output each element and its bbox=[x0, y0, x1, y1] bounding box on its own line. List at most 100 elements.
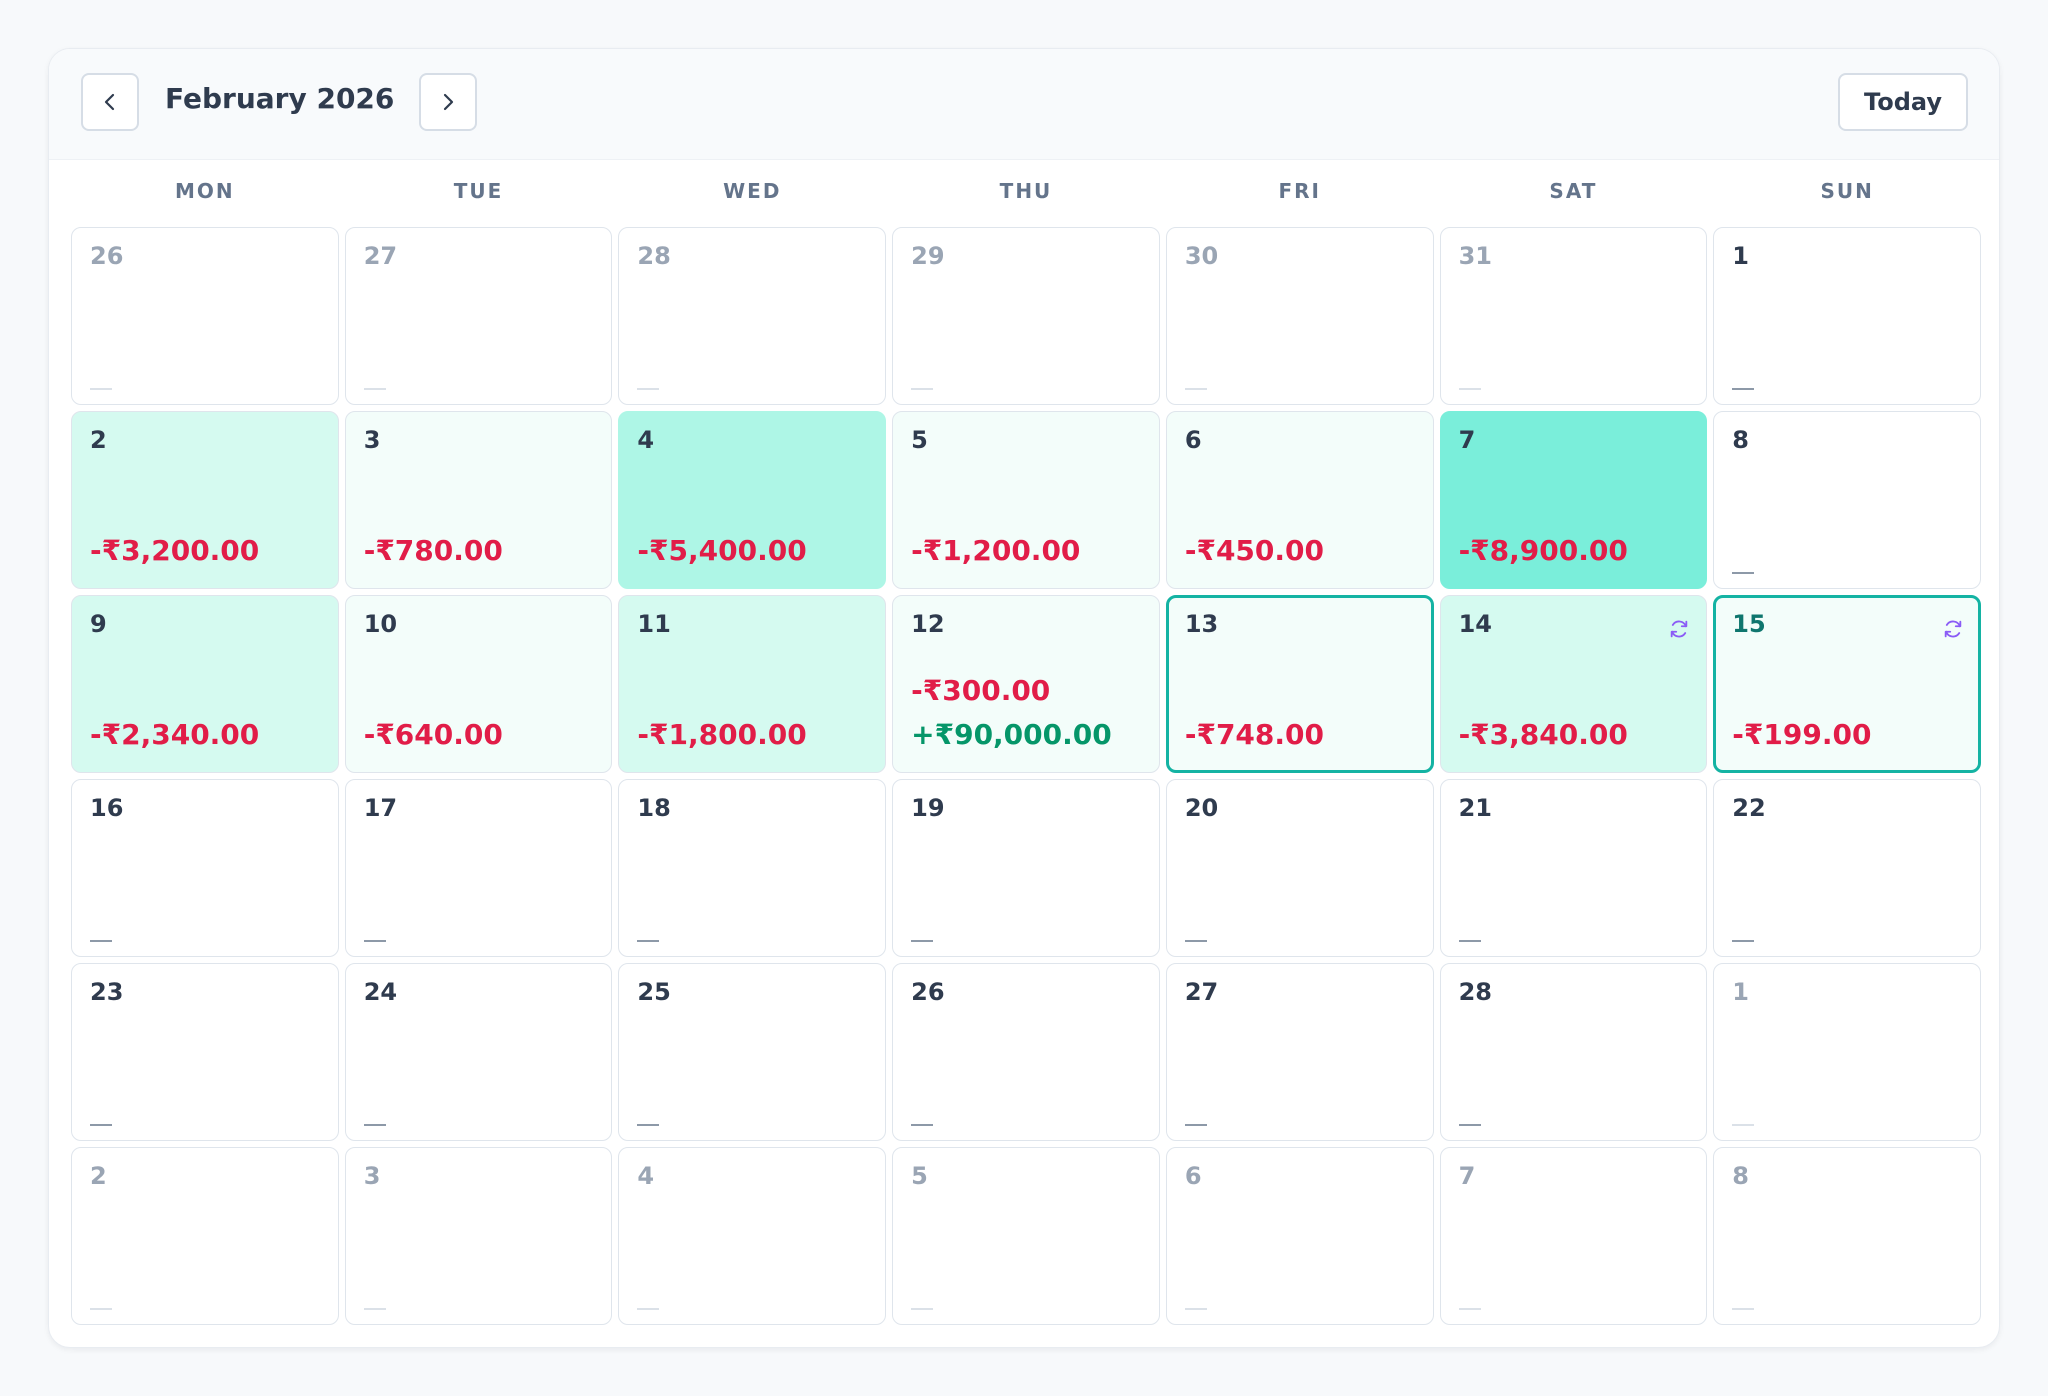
day-cell[interactable]: 19 bbox=[892, 779, 1160, 957]
day-cell[interactable]: 15 -₹199.00 bbox=[1713, 595, 1981, 773]
day-cell[interactable]: 26 bbox=[71, 227, 339, 405]
day-cell[interactable]: 28 bbox=[618, 227, 887, 405]
day-cell[interactable]: 2 -₹3,200.00 bbox=[71, 411, 339, 589]
empty-dash bbox=[637, 1308, 660, 1310]
day-cell[interactable]: 14 -₹3,840.00 bbox=[1439, 595, 1708, 773]
expense-amount: -₹780.00 bbox=[363, 534, 503, 567]
day-number: 22 bbox=[1732, 794, 1766, 822]
day-cell[interactable]: 8 bbox=[1713, 1147, 1981, 1325]
day-cell[interactable]: 3 bbox=[344, 1147, 613, 1325]
next-month-button[interactable] bbox=[419, 73, 477, 131]
day-cell[interactable]: 29 bbox=[892, 227, 1160, 405]
day-number: 7 bbox=[1458, 1162, 1476, 1190]
day-number: 31 bbox=[1458, 242, 1492, 270]
day-cell[interactable]: 20 bbox=[1165, 779, 1434, 957]
day-cell[interactable]: 18 bbox=[618, 779, 887, 957]
empty-dash bbox=[1184, 1308, 1207, 1310]
day-number: 3 bbox=[363, 426, 381, 454]
expense-amount: -₹300.00 bbox=[911, 674, 1051, 707]
weekday-label: TUE bbox=[453, 179, 504, 203]
day-number: 3 bbox=[363, 1162, 381, 1190]
today-button[interactable]: Today bbox=[1838, 73, 1968, 131]
day-cell[interactable]: 7 bbox=[1439, 1147, 1708, 1325]
empty-dash bbox=[911, 940, 934, 942]
expense-amount: -₹748.00 bbox=[1184, 718, 1324, 751]
empty-dash bbox=[1732, 940, 1755, 942]
day-cell[interactable]: 16 bbox=[71, 779, 339, 957]
day-number: 26 bbox=[90, 242, 124, 270]
prev-month-button[interactable] bbox=[81, 73, 139, 131]
day-cell[interactable]: 25 bbox=[618, 963, 887, 1141]
day-amounts: -₹2,340.00 bbox=[90, 718, 259, 752]
empty-dash bbox=[90, 1124, 112, 1126]
calendar-grid: 26 27 28 29 30 31 1 2 -₹3,200.00 3 -₹780.00 4 -₹5,40… bbox=[71, 227, 1981, 1325]
day-cell[interactable]: 12 -₹300.00 +₹90,000.00 bbox=[892, 595, 1160, 773]
day-cell[interactable]: 17 bbox=[344, 779, 613, 957]
day-cell[interactable]: 3 -₹780.00 bbox=[344, 411, 613, 589]
weekday-label: WED bbox=[723, 179, 782, 203]
day-cell[interactable]: 2 bbox=[71, 1147, 339, 1325]
day-cell[interactable]: 4 -₹5,400.00 bbox=[618, 411, 887, 589]
expense-amount: -₹640.00 bbox=[363, 718, 503, 751]
day-cell[interactable]: 28 bbox=[1439, 963, 1708, 1141]
day-cell[interactable]: 5 bbox=[892, 1147, 1160, 1325]
day-cell[interactable]: 8 bbox=[1713, 411, 1981, 589]
day-amounts: -₹3,200.00 bbox=[90, 534, 259, 568]
day-cell[interactable]: 6 -₹450.00 bbox=[1165, 411, 1434, 589]
empty-dash bbox=[1458, 940, 1481, 942]
day-cell[interactable]: 23 bbox=[71, 963, 339, 1141]
day-number: 19 bbox=[911, 794, 945, 822]
day-amounts: -₹199.00 bbox=[1732, 718, 1871, 752]
weekday-label: SUN bbox=[1820, 179, 1874, 203]
chevron-right-icon bbox=[443, 93, 454, 111]
day-number: 28 bbox=[637, 242, 671, 270]
day-amounts: -₹3,840.00 bbox=[1459, 718, 1628, 752]
weekday-label: FRI bbox=[1278, 179, 1321, 203]
day-cell[interactable]: 27 bbox=[1165, 963, 1434, 1141]
day-amounts: -₹450.00 bbox=[1185, 534, 1324, 568]
day-cell[interactable]: 22 bbox=[1713, 779, 1981, 957]
empty-dash bbox=[1458, 388, 1481, 390]
day-cell[interactable]: 5 -₹1,200.00 bbox=[892, 411, 1160, 589]
day-cell[interactable]: 6 bbox=[1165, 1147, 1434, 1325]
day-cell[interactable]: 27 bbox=[344, 227, 613, 405]
day-cell[interactable]: 1 bbox=[1713, 963, 1981, 1141]
day-amounts: -₹640.00 bbox=[364, 718, 503, 752]
empty-dash bbox=[1732, 388, 1755, 390]
empty-dash bbox=[1184, 388, 1207, 390]
empty-dash bbox=[911, 388, 934, 390]
day-number: 13 bbox=[1184, 610, 1219, 638]
empty-dash bbox=[90, 388, 112, 390]
day-cell[interactable]: 21 bbox=[1439, 779, 1708, 957]
day-cell[interactable]: 4 bbox=[618, 1147, 887, 1325]
expense-amount: -₹199.00 bbox=[1732, 718, 1872, 751]
empty-dash bbox=[637, 940, 660, 942]
day-amounts: -₹1,800.00 bbox=[637, 718, 806, 752]
expense-amount: -₹2,340.00 bbox=[90, 718, 260, 751]
day-cell[interactable]: 13 -₹748.00 bbox=[1165, 595, 1434, 773]
day-number: 6 bbox=[1184, 426, 1202, 454]
day-cell[interactable]: 10 -₹640.00 bbox=[344, 595, 613, 773]
income-amount: +₹90,000.00 bbox=[911, 718, 1112, 751]
day-number: 5 bbox=[911, 426, 928, 454]
day-cell[interactable]: 11 -₹1,800.00 bbox=[618, 595, 887, 773]
day-number: 8 bbox=[1732, 426, 1749, 454]
day-cell[interactable]: 1 bbox=[1713, 227, 1981, 405]
day-number: 27 bbox=[363, 242, 398, 270]
day-number: 23 bbox=[90, 978, 124, 1006]
day-cell[interactable]: 26 bbox=[892, 963, 1160, 1141]
day-number: 11 bbox=[637, 610, 671, 638]
day-number: 5 bbox=[911, 1162, 928, 1190]
day-number: 17 bbox=[363, 794, 398, 822]
empty-dash bbox=[90, 940, 112, 942]
empty-dash bbox=[1732, 572, 1755, 574]
day-cell[interactable]: 7 -₹8,900.00 bbox=[1439, 411, 1708, 589]
day-cell[interactable]: 30 bbox=[1165, 227, 1434, 405]
empty-dash bbox=[90, 1308, 112, 1310]
day-cell[interactable]: 24 bbox=[344, 963, 613, 1141]
day-cell[interactable]: 9 -₹2,340.00 bbox=[71, 595, 339, 773]
month-title: February 2026 bbox=[165, 82, 395, 115]
expense-amount: -₹1,200.00 bbox=[911, 534, 1081, 567]
day-cell[interactable]: 31 bbox=[1439, 227, 1708, 405]
day-number: 4 bbox=[637, 1162, 655, 1190]
